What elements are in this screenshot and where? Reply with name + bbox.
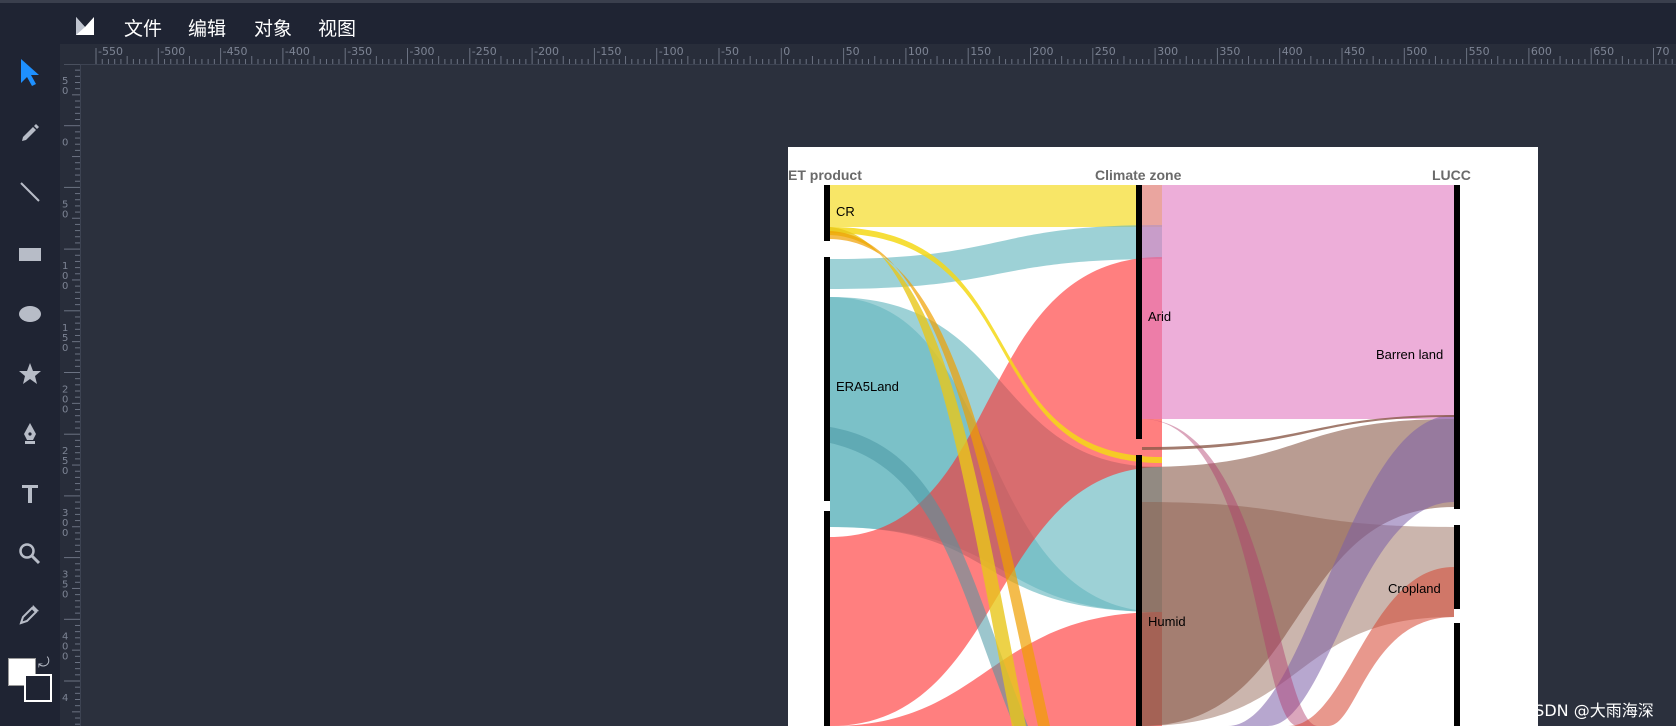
node-cropland-bar[interactable] xyxy=(1454,525,1460,609)
app-logo-icon xyxy=(76,17,94,35)
rectangle-icon xyxy=(19,248,41,261)
ruler-label: 500 xyxy=(1406,45,1427,58)
ruler-label: 200 xyxy=(1033,45,1054,58)
ruler-label: -150 xyxy=(596,45,621,58)
tool-sidebar: ⤾ xyxy=(0,44,60,726)
ruler-label: 0 xyxy=(62,86,68,97)
ruler-label: 600 xyxy=(1531,45,1552,58)
node-era5land-bar[interactable] xyxy=(824,257,830,501)
ruler-label: -200 xyxy=(534,45,559,58)
stroke-color-swatch[interactable] xyxy=(24,674,52,702)
select-arrow-icon xyxy=(21,59,39,86)
node-cr-bar[interactable] xyxy=(824,185,830,241)
pen-icon xyxy=(24,423,36,444)
node-arid-bar[interactable] xyxy=(1136,185,1142,439)
line-icon xyxy=(20,182,40,202)
ruler-label: 0 xyxy=(62,590,68,601)
node-label-cropland: Cropland xyxy=(1388,581,1441,596)
ellipse-tool-button[interactable] xyxy=(12,296,48,332)
node-barren-bar[interactable] xyxy=(1454,185,1460,509)
zoom-tool-button[interactable] xyxy=(12,536,48,572)
menu-object[interactable]: 对象 xyxy=(254,14,292,41)
ruler-label: 0 xyxy=(62,209,68,220)
ruler-label: 4 xyxy=(62,693,68,704)
ruler-label: -500 xyxy=(160,45,185,58)
horizontal-ruler[interactable]: -550 -500 -450 -400 -350 -300 -250 -200 -150 -100… xyxy=(60,44,1676,65)
stage-title-et-product: ET product xyxy=(788,167,862,183)
star-tool-button[interactable] xyxy=(12,356,48,392)
ruler-label: 150 xyxy=(970,45,991,58)
node-label-humid: Humid xyxy=(1148,614,1186,629)
ruler-label: 0 xyxy=(62,138,68,149)
node-label-barren-land: Barren land xyxy=(1376,347,1444,362)
node-label-cr: CR xyxy=(836,204,855,219)
ruler-label: 50 xyxy=(846,45,860,58)
stage-title-climate-zone: Climate zone xyxy=(1095,167,1182,183)
text-tool-button[interactable] xyxy=(12,476,48,512)
eyedropper-tool-button[interactable] xyxy=(12,596,48,632)
ruler-label: 450 xyxy=(1344,45,1365,58)
ruler-label: 0 xyxy=(62,343,68,354)
rectangle-tool-button[interactable] xyxy=(12,236,48,272)
line-tool-button[interactable] xyxy=(12,174,48,210)
vertical-ruler[interactable]: 500501001502002503003504004 xyxy=(60,64,81,726)
ruler-label: -50 xyxy=(721,45,739,58)
ellipse-icon xyxy=(19,306,41,322)
swap-colors-icon[interactable]: ⤾ xyxy=(38,654,50,671)
ruler-label: 400 xyxy=(1282,45,1303,58)
ruler-label: -250 xyxy=(472,45,497,58)
node-third-product-bar[interactable] xyxy=(824,511,830,726)
ruler-label: 0 xyxy=(783,45,790,58)
text-icon xyxy=(22,485,38,503)
ruler-label: -400 xyxy=(285,45,310,58)
eyedropper-icon xyxy=(19,605,39,625)
ruler-label: 0 xyxy=(62,466,68,477)
star-icon xyxy=(19,363,41,384)
ruler-label: 550 xyxy=(1469,45,1490,58)
node-label-era5land: ERA5Land xyxy=(836,379,899,394)
ruler-label: 300 xyxy=(1157,45,1178,58)
zoom-icon xyxy=(19,543,41,565)
ruler-label: -300 xyxy=(410,45,435,58)
ruler-label: 0 xyxy=(62,528,68,539)
ruler-label: 100 xyxy=(908,45,929,58)
menu-edit[interactable]: 编辑 xyxy=(188,14,226,41)
node-lucc-third-bar[interactable] xyxy=(1454,623,1460,726)
menu-bar: 文件 编辑 对象 视图 xyxy=(0,0,1676,44)
pen-tool-button[interactable] xyxy=(12,416,48,452)
pencil-icon xyxy=(22,124,39,141)
ruler-label: -100 xyxy=(659,45,684,58)
ruler-label: 350 xyxy=(1219,45,1240,58)
select-tool-button[interactable] xyxy=(12,54,48,90)
menu-file[interactable]: 文件 xyxy=(124,14,162,41)
link-arid-barren xyxy=(1142,185,1454,419)
ruler-label: -550 xyxy=(98,45,123,58)
watermark: CSDN @大雨海深 xyxy=(1523,701,1654,720)
ruler-label: -350 xyxy=(347,45,372,58)
ruler-label: -450 xyxy=(223,45,248,58)
ruler-ticks-vertical: 500501001502002503003504004 xyxy=(62,64,80,725)
ruler-label: 70 xyxy=(1656,45,1670,58)
menu-view[interactable]: 视图 xyxy=(318,14,356,41)
ruler-label: 0 xyxy=(62,405,68,416)
link-cr-arid xyxy=(830,185,1162,227)
stage-title-lucc: LUCC xyxy=(1432,167,1471,183)
ruler-label: 250 xyxy=(1095,45,1116,58)
artboard[interactable]: ET product Climate zone LUCC CR ERA5Land… xyxy=(788,147,1538,726)
node-humid-bar[interactable] xyxy=(1136,455,1142,726)
node-label-arid: Arid xyxy=(1148,309,1172,324)
pencil-tool-button[interactable] xyxy=(12,114,48,150)
sankey-diagram[interactable] xyxy=(788,147,1538,726)
ruler-ticks: -550 -500 -450 -400 -350 -300 -250 -200 -150 -100… xyxy=(95,45,1673,64)
ruler-label: 0 xyxy=(62,651,68,662)
ruler-label: 650 xyxy=(1593,45,1614,58)
ruler-label: 0 xyxy=(62,281,68,292)
